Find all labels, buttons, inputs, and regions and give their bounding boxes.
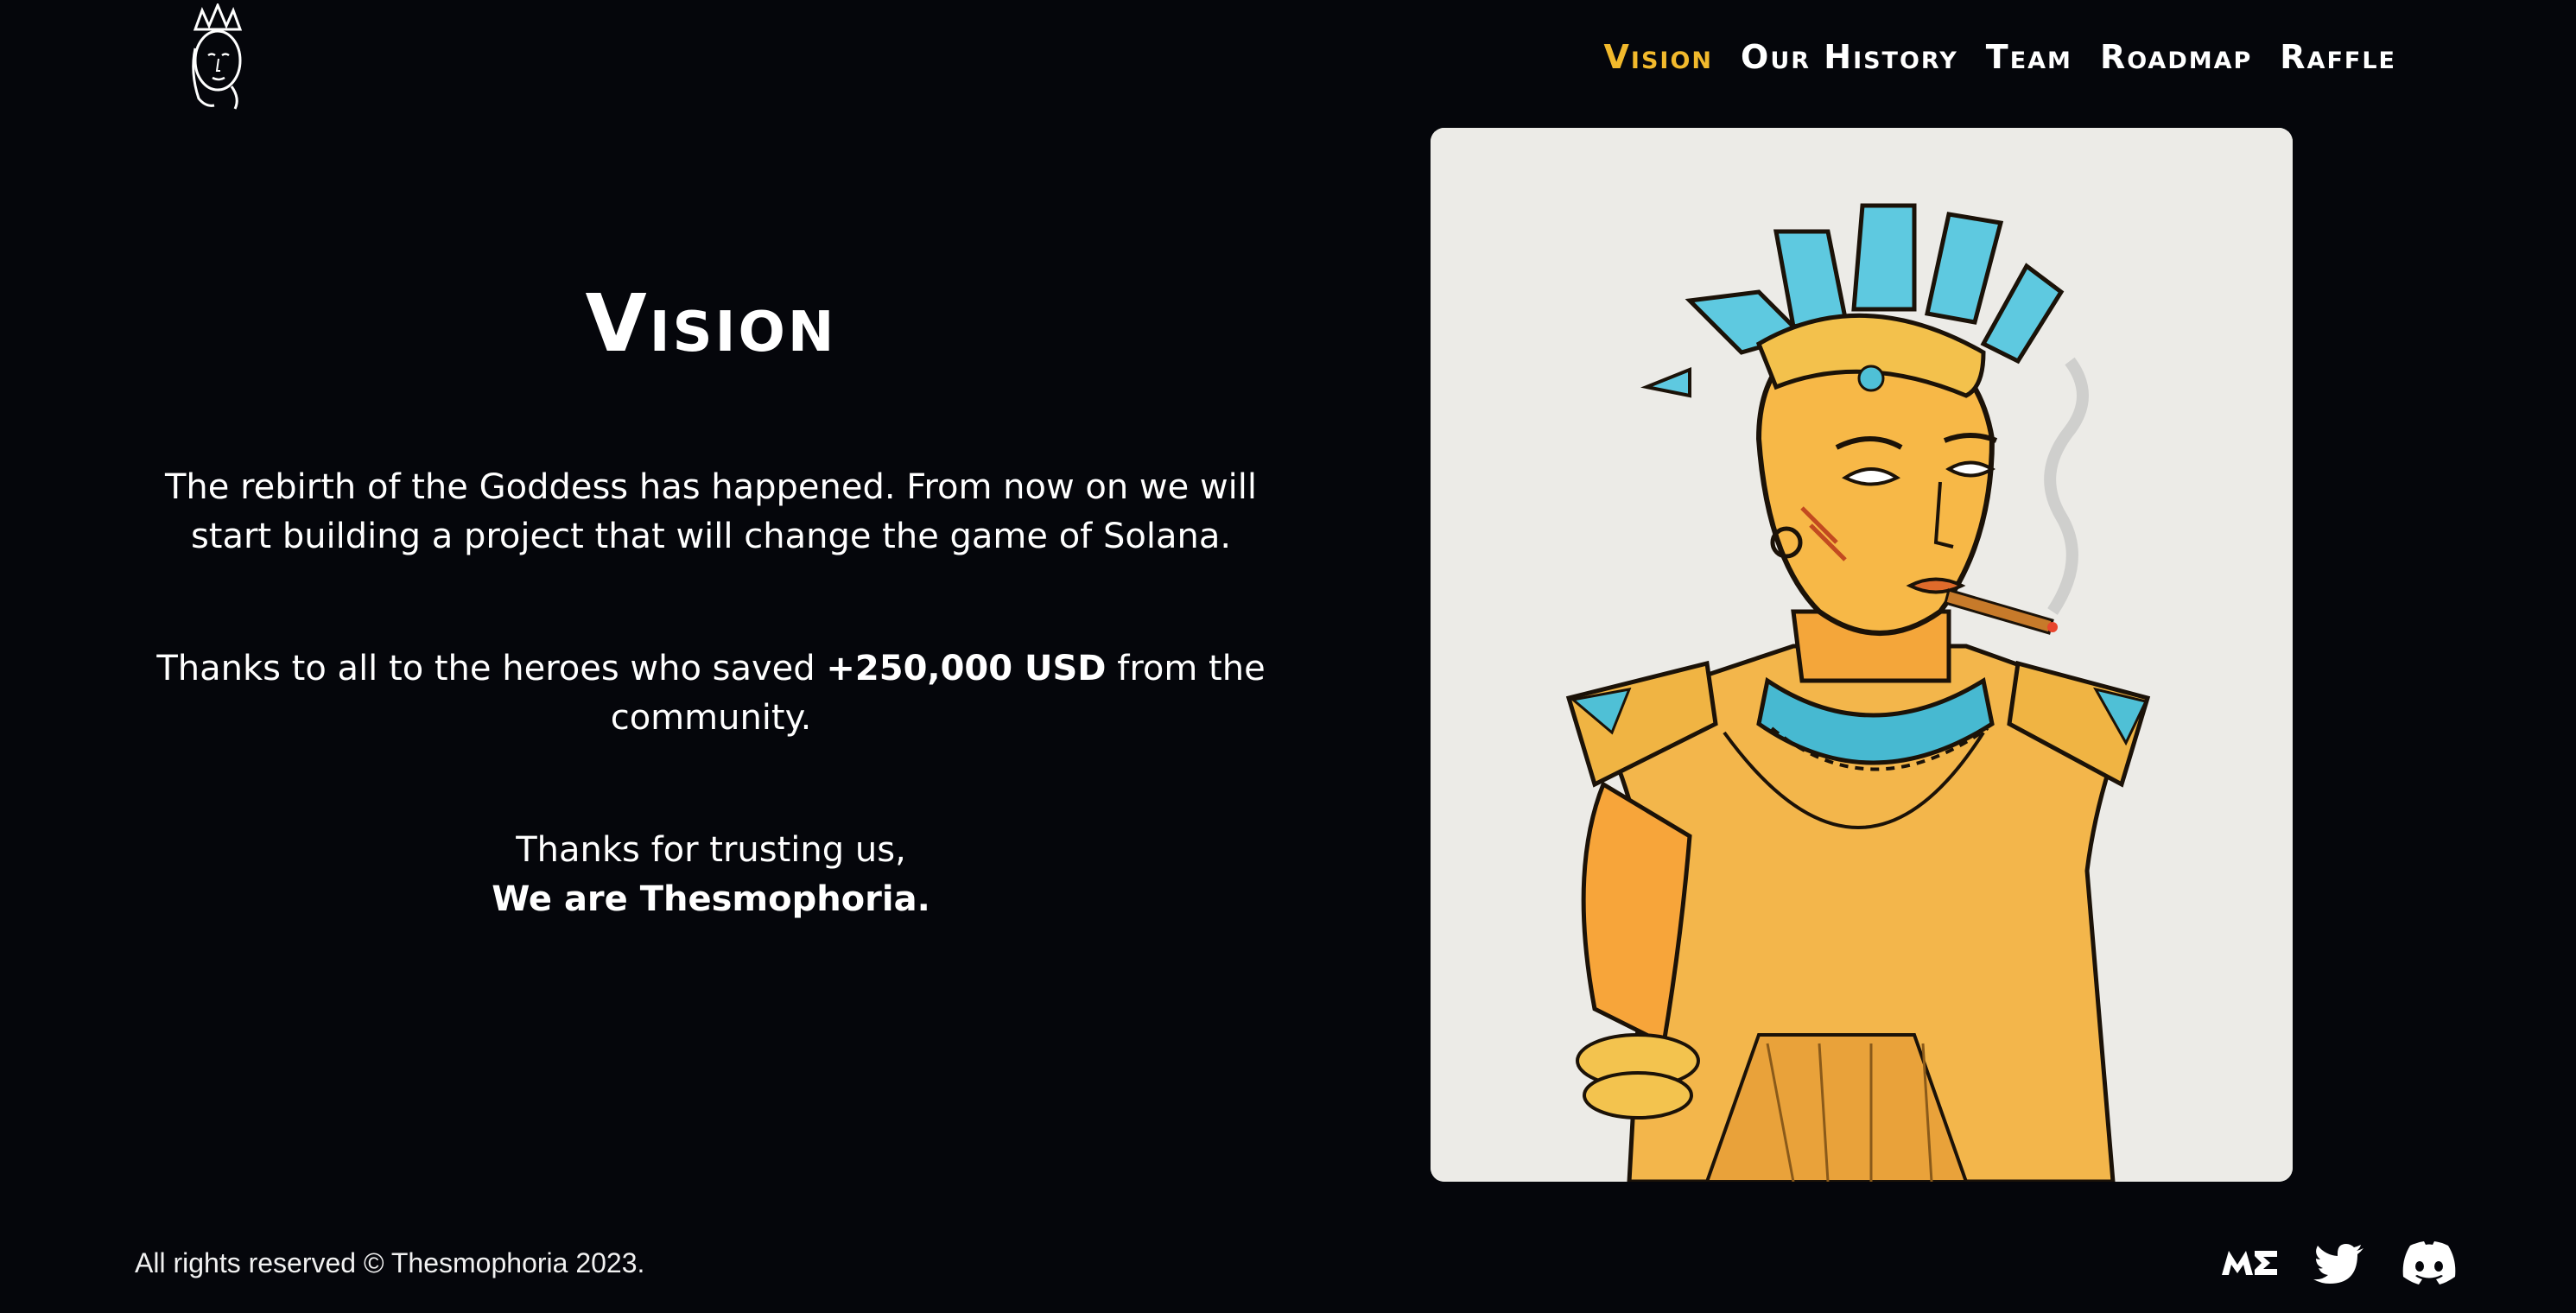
main-nav: Vision Our History Team Roadmap Raffle [1604,36,2396,78]
vision-paragraph-2: Thanks to all to the heroes who saved +2… [130,644,1292,743]
thanks-line: Thanks for trusting us, [516,830,906,870]
nav-team[interactable]: Team [1986,36,2072,78]
page: Vision Our History Team Roadmap Raffle V… [0,0,2576,1313]
p2-text-before: Thanks to all to the heroes who saved [156,649,827,688]
nav-roadmap[interactable]: Roadmap [2100,36,2252,78]
goddess-illustration [1431,128,2293,1182]
raised-amount: +250,000 USD [826,649,1107,688]
social-links [2220,1240,2459,1285]
discord-icon[interactable] [2400,1240,2459,1285]
vision-paragraph-3: Thanks for trusting us, We are Thesmopho… [130,826,1292,924]
signature-line: We are Thesmophoria. [492,879,930,919]
page-title: Vision [585,277,837,370]
magic-eden-icon[interactable] [2220,1240,2279,1285]
nav-vision[interactable]: Vision [1604,36,1714,78]
vision-paragraph-1: The rebirth of the Goddess has happened.… [164,467,1258,556]
goddess-logo-icon[interactable] [180,2,256,111]
twitter-icon[interactable] [2310,1240,2369,1285]
vision-section: Vision The rebirth of the Goddess has ha… [130,276,1292,924]
copyright-text: All rights reserved © Thesmophoria 2023. [135,1247,645,1278]
nav-our-history[interactable]: Our History [1741,36,1958,78]
nav-raffle[interactable]: Raffle [2280,36,2396,78]
